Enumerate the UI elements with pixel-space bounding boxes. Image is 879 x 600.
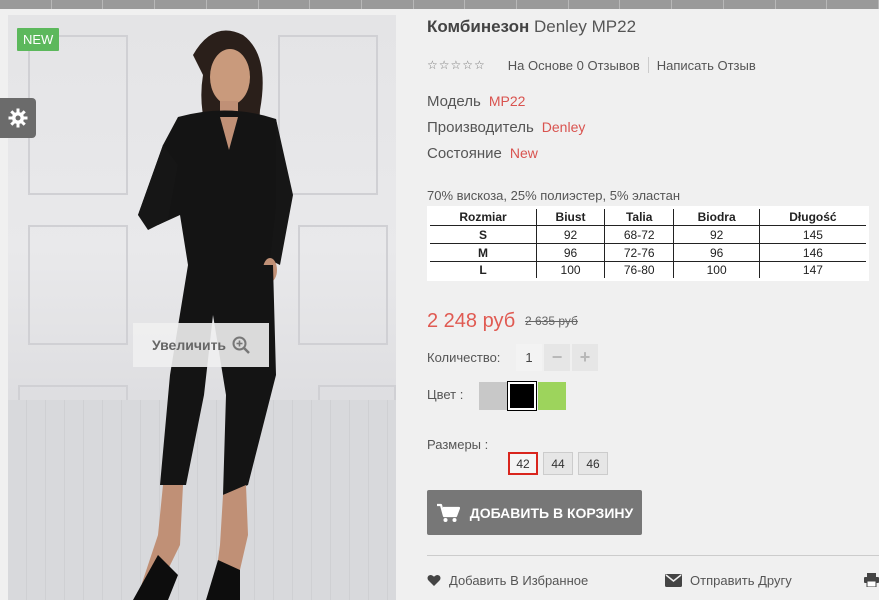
table-row: L 100 76-80 100 147 <box>427 261 869 280</box>
zoom-button[interactable]: Увеличить <box>133 323 269 367</box>
print-link[interactable] <box>864 573 879 587</box>
table-row: S 92 68-72 92 145 <box>427 225 869 244</box>
attribute-model: Модель MP22 <box>427 93 525 110</box>
table-cell: 92 <box>673 225 760 244</box>
divider <box>427 555 879 556</box>
table-cell: 92 <box>536 225 605 244</box>
table-header: Rozmiar <box>427 207 538 226</box>
cart-icon <box>436 503 460 522</box>
product-title-name: Denley MP22 <box>533 17 637 36</box>
zoom-label: Увеличить <box>151 337 227 353</box>
color-swatch-black[interactable] <box>508 382 536 410</box>
product-image[interactable] <box>8 15 396 600</box>
top-strip <box>0 0 879 9</box>
add-to-cart-label: ДОБАВИТЬ В КОРЗИНУ <box>469 504 634 521</box>
printer-icon <box>864 573 879 587</box>
attribute-value[interactable]: MP22 <box>489 93 526 109</box>
attribute-label: Производитель <box>427 119 534 136</box>
send-to-friend-link[interactable]: Отправить Другу <box>665 573 792 588</box>
table-header: Biust <box>536 207 605 226</box>
table-cell: 146 <box>758 243 869 262</box>
new-badge: NEW <box>17 28 60 51</box>
size-option-46[interactable]: 46 <box>578 452 608 475</box>
table-cell: M <box>427 243 538 262</box>
attribute-label: Модель <box>427 93 481 110</box>
gear-icon <box>8 108 28 128</box>
product-title: Комбинезон Denley MP22 <box>427 17 636 37</box>
add-to-wishlist-link[interactable]: Добавить В Избранное <box>427 573 588 588</box>
color-swatch-gray[interactable] <box>479 382 507 410</box>
size-option-44[interactable]: 44 <box>543 452 573 475</box>
table-cell: 96 <box>536 243 605 262</box>
write-review-link[interactable]: Написать Отзыв <box>657 58 756 73</box>
color-swatch-green[interactable] <box>538 382 566 410</box>
table-header: Długość <box>758 207 869 226</box>
table-cell: 100 <box>536 261 605 280</box>
quantity-decrease-button[interactable]: − <box>544 344 570 371</box>
color-label: Цвет : <box>427 387 464 402</box>
table-header: Biodra <box>673 207 760 226</box>
table-cell: 100 <box>673 261 760 280</box>
composition-text: 70% вискоза, 25% полиэстер, 5% эластан <box>427 188 680 203</box>
table-cell: 68-72 <box>603 225 675 244</box>
table-cell: 96 <box>673 243 760 262</box>
table-cell: 76-80 <box>603 261 675 280</box>
attribute-value: New <box>509 145 538 161</box>
table-cell: 72-76 <box>603 243 675 262</box>
heart-icon <box>427 574 441 586</box>
price: 2 248 руб <box>427 310 516 332</box>
table-cell: 147 <box>758 261 869 280</box>
rating-row: ☆☆☆☆☆ На Основе 0 Отзывов Написать Отзыв <box>427 57 756 73</box>
reviews-count-link[interactable]: На Основе 0 Отзывов <box>508 58 640 73</box>
send-to-friend-label: Отправить Другу <box>690 573 792 588</box>
quantity-increase-button[interactable]: + <box>572 344 598 371</box>
old-price: 2 635 руб <box>525 314 578 328</box>
size-chart-table: Rozmiar Biust Talia Biodra Długość S 92 … <box>427 206 869 281</box>
zoom-in-icon <box>232 336 250 354</box>
product-title-type: Комбинезон <box>427 17 530 36</box>
table-cell: 145 <box>758 225 869 244</box>
quantity-stepper: 1 − + <box>516 344 598 371</box>
quantity-input[interactable]: 1 <box>516 344 542 371</box>
attribute-value[interactable]: Denley <box>542 119 586 135</box>
attribute-condition: Состояние New <box>427 145 538 162</box>
model-figure <box>133 30 293 600</box>
table-header-row: Rozmiar Biust Talia Biodra Długość <box>427 207 869 226</box>
table-cell: S <box>427 225 538 244</box>
sizes-label: Размеры : <box>427 437 489 452</box>
table-cell: L <box>427 261 538 280</box>
divider <box>647 57 649 73</box>
table-header: Talia <box>603 207 675 226</box>
attribute-label: Состояние <box>427 145 502 162</box>
add-to-wishlist-label: Добавить В Избранное <box>449 573 589 588</box>
envelope-icon <box>665 574 682 587</box>
table-row: M 96 72-76 96 146 <box>427 243 869 262</box>
rating-stars-icon: ☆☆☆☆☆ <box>427 58 486 72</box>
settings-tab[interactable] <box>0 98 36 138</box>
add-to-cart-button[interactable]: ДОБАВИТЬ В КОРЗИНУ <box>427 490 642 535</box>
quantity-label: Количество: <box>427 350 501 365</box>
size-option-42[interactable]: 42 <box>508 452 538 475</box>
attribute-manufacturer: Производитель Denley <box>427 119 585 136</box>
